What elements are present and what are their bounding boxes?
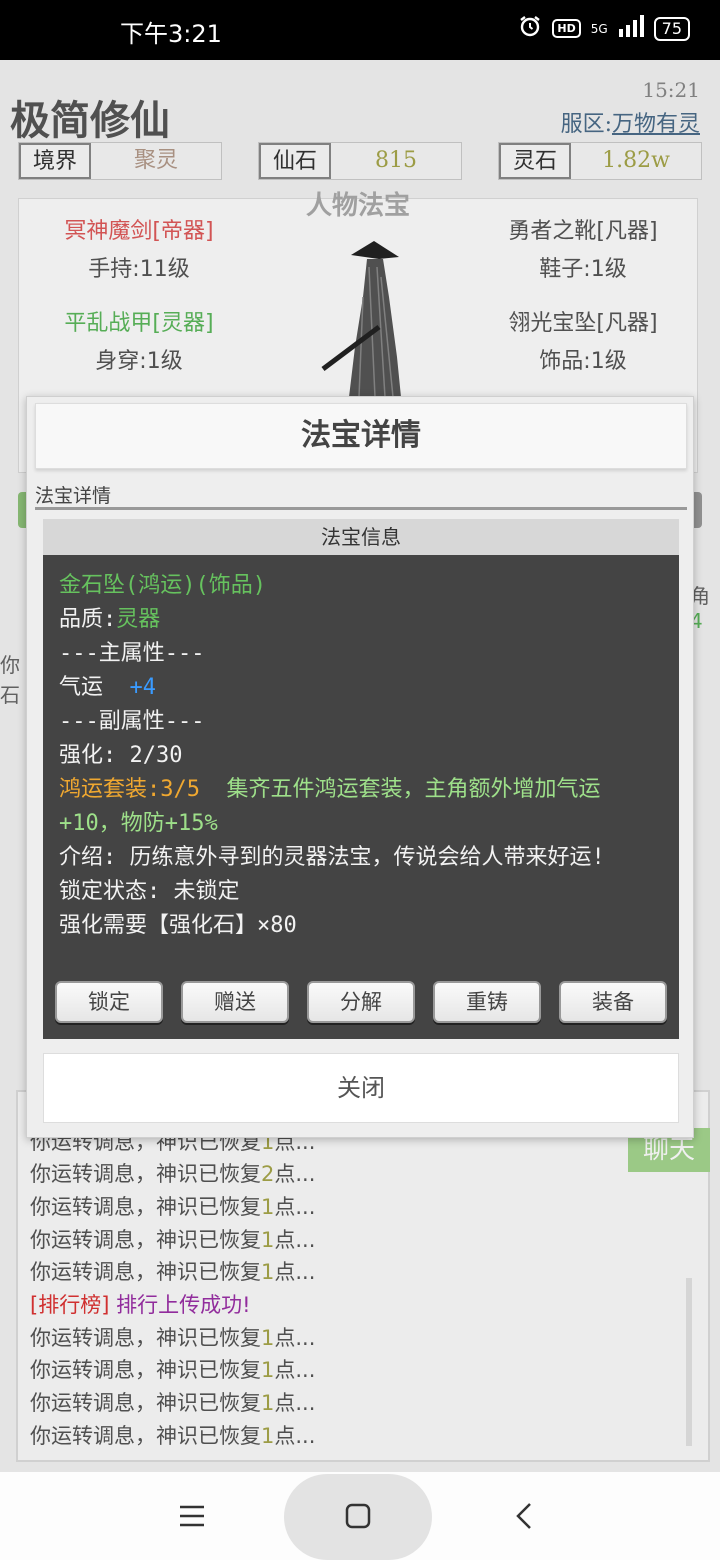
info-body: 金石坠(鸿运)(饰品) 品质:灵器 ---主属性--- 气运 +4 ---副属性… <box>59 569 667 943</box>
artifact-detail-dialog: 法宝详情 法宝详情 法宝信息 金石坠(鸿运)(饰品) 品质:灵器 ---主属性-… <box>26 396 694 1138</box>
item-intro: 介绍: 历练意外寻到的灵器法宝，传说会给人带来好运! <box>59 845 605 870</box>
main-attr-row: 气运 +4 <box>59 671 667 705</box>
main-attr-value: +4 <box>129 675 157 700</box>
enhance-level: 强化: 2/30 <box>59 743 183 768</box>
quality-row: 品质:灵器 <box>59 603 667 637</box>
network-label: 5G <box>590 21 608 36</box>
decompose-button[interactable]: 分解 <box>307 981 415 1023</box>
info-header: 法宝信息 <box>43 519 679 555</box>
close-button[interactable]: 关闭 <box>43 1053 679 1123</box>
status-bar: 下午3:21 HD 5G 75 <box>0 0 720 60</box>
equip-button[interactable]: 装备 <box>559 981 667 1023</box>
signal-icon <box>618 15 644 42</box>
action-buttons: 锁定 赠送 分解 重铸 装备 <box>55 981 667 1023</box>
set-name: 鸿运套装:3/5 <box>59 777 200 802</box>
lock-button[interactable]: 锁定 <box>55 981 163 1023</box>
main-attr-name: 气运 <box>59 675 104 700</box>
recast-button[interactable]: 重铸 <box>433 981 541 1023</box>
set-row: 鸿运套装:3/5 集齐五件鸿运套装，主角额外增加气运 <box>59 773 667 807</box>
gift-button[interactable]: 赠送 <box>181 981 289 1023</box>
divider <box>35 507 687 510</box>
artifact-info-panel: 法宝信息 金石坠(鸿运)(饰品) 品质:灵器 ---主属性--- 气运 +4 -… <box>43 519 679 1039</box>
alarm-icon <box>518 14 542 43</box>
sub-attr-header: ---副属性--- <box>59 709 205 734</box>
status-time: 下午3:21 <box>120 20 222 48</box>
main-attr-header: ---主属性--- <box>59 641 205 666</box>
dialog-subtitle: 法宝详情 <box>35 485 112 507</box>
home-icon[interactable] <box>316 1472 400 1560</box>
set-desc: 集齐五件鸿运套装，主角额外增加气运 <box>226 777 601 802</box>
hd-icon: HD <box>552 19 581 38</box>
back-icon[interactable] <box>482 1472 566 1560</box>
quality-label: 品质: <box>59 607 117 632</box>
set-desc-cont: +10，物防+15% <box>59 811 218 836</box>
quality-value: 灵器 <box>116 607 161 632</box>
status-icons: HD 5G 75 <box>518 14 690 43</box>
menu-icon[interactable] <box>150 1472 234 1560</box>
system-nav-bar <box>0 1472 720 1560</box>
enhance-requirement: 强化需要【强化石】×80 <box>59 913 297 938</box>
item-name: 金石坠(鸿运)(饰品) <box>59 573 266 598</box>
battery-icon: 75 <box>653 16 690 41</box>
dialog-title: 法宝详情 <box>35 403 687 469</box>
lock-state: 锁定状态: 未锁定 <box>59 879 240 904</box>
